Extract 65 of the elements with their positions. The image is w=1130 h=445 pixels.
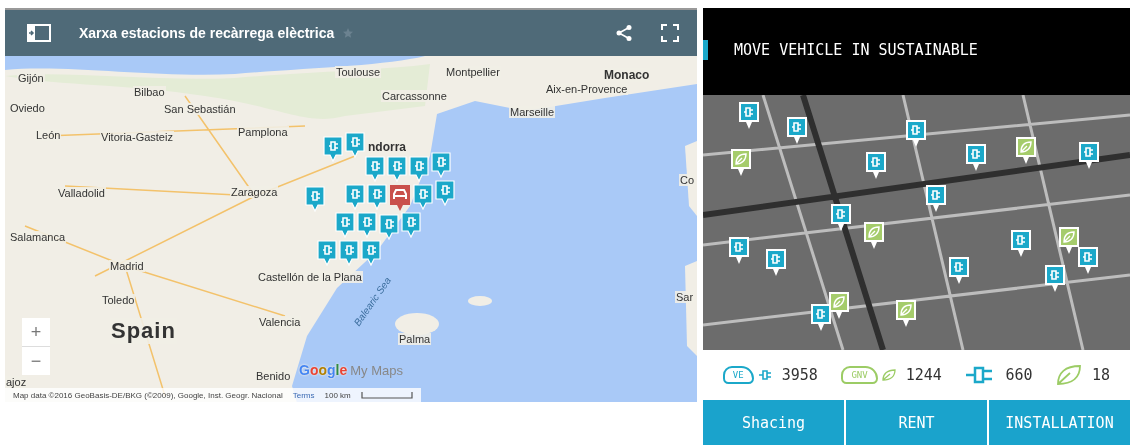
city-label: Co xyxy=(679,174,696,186)
city-label: Valencia xyxy=(258,316,302,328)
city-label: Gijón xyxy=(17,72,45,84)
country-label: ndorra xyxy=(367,140,407,154)
leaf-pin-icon[interactable] xyxy=(1058,226,1080,256)
google-logo: Google xyxy=(299,362,348,378)
island-shape xyxy=(395,313,439,335)
city-label: San Sebastián xyxy=(163,103,237,115)
car-pin-icon[interactable] xyxy=(389,184,411,212)
city-label: Pamplona xyxy=(237,126,289,138)
leaf-pin-icon[interactable] xyxy=(730,148,752,178)
menu-button[interactable]: RENT xyxy=(846,400,987,445)
city-label: Montpellier xyxy=(445,66,501,78)
zoom-in-button[interactable]: + xyxy=(22,318,50,346)
city-label: León xyxy=(35,129,62,141)
stat-count: 660 xyxy=(1005,366,1033,384)
charging-pin-icon[interactable] xyxy=(1078,141,1100,171)
stat-count: 3958 xyxy=(781,366,818,384)
stat-count: 1244 xyxy=(905,366,942,384)
gas-car-icon: GNV xyxy=(841,366,878,384)
panel-toggle-icon[interactable] xyxy=(27,24,51,42)
menu-button[interactable]: INSTALLATION xyxy=(989,400,1130,445)
product-logo: My Maps xyxy=(350,363,403,378)
city-label: Carcassonne xyxy=(381,90,448,102)
leaf-pin-icon[interactable] xyxy=(863,221,885,251)
map-title: Xarxa estacions de recàrrega elèctrica xyxy=(79,25,335,41)
city-label: Madrid xyxy=(109,260,145,272)
electric-car-icon: VE xyxy=(722,366,754,384)
city-label: Sar xyxy=(675,291,695,303)
city-label: Palma xyxy=(398,333,432,345)
leaf-pin-icon[interactable] xyxy=(895,299,917,329)
city-label: Oviedo xyxy=(9,102,46,114)
terms-link[interactable]: Terms xyxy=(292,390,315,400)
city-label: Zaragoza xyxy=(230,186,279,198)
city-label: Valladolid xyxy=(57,187,106,199)
country-label: Monaco xyxy=(603,68,651,82)
plug-icon xyxy=(757,369,772,381)
city-label: Bilbao xyxy=(133,86,166,98)
city-label: ajoz xyxy=(5,376,28,388)
share-icon[interactable] xyxy=(615,24,633,42)
accent-bar xyxy=(703,39,708,60)
island-shape xyxy=(468,296,492,306)
charging-pin-icon[interactable] xyxy=(830,203,852,233)
city-label: Marseille xyxy=(509,106,555,118)
fullscreen-icon[interactable] xyxy=(661,24,679,42)
country-label: Spain xyxy=(110,318,177,344)
leaf-icon xyxy=(881,369,896,381)
city-label: Toulouse xyxy=(335,66,382,78)
city-label: Salamanca xyxy=(9,231,67,243)
leaf-pin-icon[interactable] xyxy=(828,291,850,321)
attribution-text: Map data ©2016 GeoBasis-DE/BKG (©2009), Google, Inst. Geogr. Nacional xyxy=(13,390,283,400)
leaf-pin-icon[interactable] xyxy=(1015,136,1037,166)
city-label: Castellón de la Plana xyxy=(257,271,363,283)
zoom-out-button[interactable]: − xyxy=(22,347,50,375)
charging-pin-icon[interactable] xyxy=(925,184,947,214)
city-label: Toledo xyxy=(101,294,136,306)
star-icon[interactable] xyxy=(342,27,355,39)
scale-label: 100 km xyxy=(324,390,351,400)
scale-bar-icon xyxy=(360,391,413,399)
menu-button[interactable]: Shacing xyxy=(703,400,844,445)
city-label: Vitoria-Gasteiz xyxy=(100,131,174,143)
city-label: Aix-en-Provence xyxy=(545,83,629,95)
stat-count: 18 xyxy=(1092,366,1111,384)
city-label: Benido xyxy=(255,370,292,382)
promo-heading: MOVE VEHICLE IN SUSTAINABLE xyxy=(734,40,978,59)
